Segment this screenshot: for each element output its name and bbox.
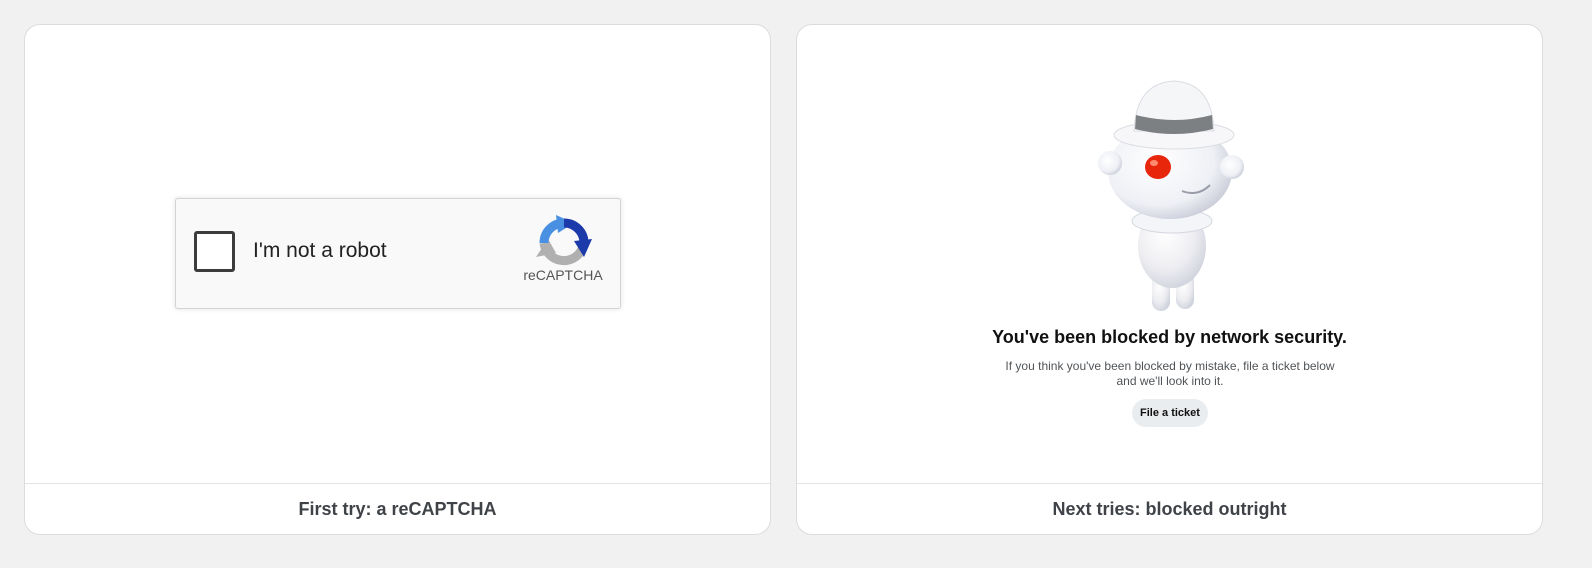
recaptcha-widget: I'm not a robot reCAPTCHA xyxy=(175,198,621,309)
recaptcha-panel-caption: First try: a reCAPTCHA xyxy=(25,483,770,534)
blocked-panel-caption: Next tries: blocked outright xyxy=(797,483,1542,534)
recaptcha-brand-label: reCAPTCHA xyxy=(523,267,603,283)
blocked-message: If you think you've been blocked by mist… xyxy=(1005,359,1335,388)
not-a-robot-checkbox[interactable] xyxy=(194,231,235,272)
recaptcha-panel: I'm not a robot reCAPTCHA First try: a r… xyxy=(24,24,771,535)
blocked-title: You've been blocked by network security. xyxy=(992,327,1347,347)
blocked-panel-body: You've been blocked by network security.… xyxy=(797,25,1542,485)
recaptcha-panel-body: I'm not a robot reCAPTCHA xyxy=(25,25,770,485)
snoo-mascot-icon xyxy=(1098,80,1244,311)
blocked-panel: You've been blocked by network security.… xyxy=(796,24,1543,535)
not-a-robot-label: I'm not a robot xyxy=(253,239,387,262)
file-ticket-button[interactable]: File a ticket xyxy=(1132,399,1208,427)
recaptcha-logo-icon xyxy=(536,215,592,266)
